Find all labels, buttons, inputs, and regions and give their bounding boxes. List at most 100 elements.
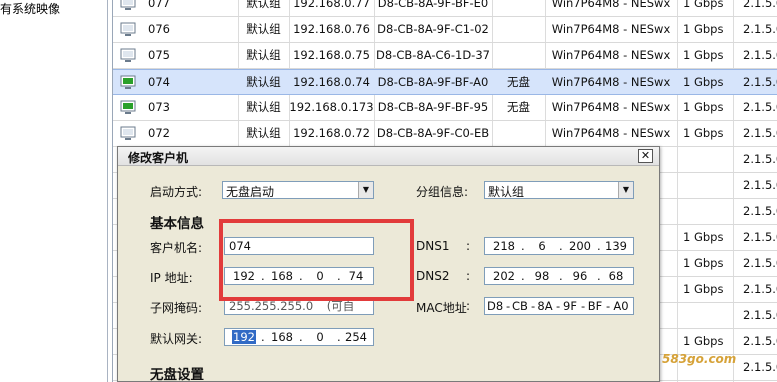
table-row[interactable]: 076 默认组 192.168.0.76 D8-CB-8A-9F-C1-02 Win7P… <box>113 17 777 43</box>
cell-os: Win7P64M8 - NESwx <box>551 22 671 36</box>
boot-mode-value: 无盘启动 <box>226 185 275 199</box>
cell-group: 默认组 <box>246 0 281 10</box>
table-row[interactable]: 075 默认组 192.168.0.75 D8-CB-8A-C6-1D-37 Win7P… <box>113 43 777 69</box>
cell-ip: 192.168.0.74 <box>293 75 370 89</box>
cell-disk <box>492 43 545 68</box>
cell-mac: D8-CB-8A-9F-BF-A0 <box>377 75 489 89</box>
cell-speed: 1 Gbps <box>683 256 724 270</box>
close-button[interactable]: ✕ <box>638 149 653 163</box>
cell-name: 075 <box>148 48 170 62</box>
cell-speed <box>683 199 733 224</box>
highlight-annotation-box <box>219 219 414 301</box>
cell-speed: 1 Gbps <box>683 75 724 89</box>
cell-group: 默认组 <box>246 48 281 62</box>
client-offline-icon <box>120 48 136 62</box>
colon: : <box>466 269 471 283</box>
cell-disk <box>492 121 545 146</box>
cell-group: 默认组 <box>246 126 281 140</box>
chevron-down-icon[interactable]: ▼ <box>618 182 633 198</box>
gateway-field[interactable]: 192 . 168 . 0 . 254 <box>224 328 374 346</box>
cell-mac: D8-CB-8A-9F-BF-E0 <box>377 0 489 10</box>
chevron-down-icon[interactable]: ▼ <box>358 182 373 198</box>
left-tree-panel: 有系统映像 <box>0 0 108 382</box>
cell-ver: 2.1.5.0 <box>743 152 777 166</box>
cell-os: Win7P64M8 - NESwx <box>551 75 671 89</box>
group-select[interactable]: 默认组 ▼ <box>484 181 634 199</box>
cell-name: 074 <box>148 75 170 89</box>
client-offline-icon <box>120 126 136 140</box>
cell-os: Win7P64M8 - NESwx <box>551 48 671 62</box>
dialog-titlebar[interactable]: 修改客户机 ✕ <box>118 147 659 166</box>
tree-item-system-image[interactable]: 有系统映像 <box>0 0 60 17</box>
cell-group: 默认组 <box>246 22 281 36</box>
group-label: 分组信息: <box>416 185 469 199</box>
basic-info-heading: 基本信息 <box>150 216 204 232</box>
cell-mac: D8-CB-8A-C6-1D-37 <box>376 48 490 62</box>
diskless-settings-heading: 无盘设置 <box>150 367 204 382</box>
boot-mode-label: 启动方式: <box>150 185 203 199</box>
colon: : <box>466 239 471 253</box>
cell-os: Win7P64M8 - NESwx <box>551 126 671 140</box>
cell-os: Win7P64M8 - NESwx <box>551 0 671 10</box>
cell-ip: 192.168.0.77 <box>293 0 370 10</box>
gateway-label: 默认网关: <box>150 332 203 346</box>
table-row[interactable]: 072 默认组 192.168.0.72 D8-CB-8A-9F-C0-EB Win7P… <box>113 121 777 147</box>
cell-mac: D8-CB-8A-9F-C1-02 <box>377 22 489 36</box>
table-row[interactable]: 077 默认组 192.168.0.77 D8-CB-8A-9F-BF-E0 Win7P… <box>113 0 777 17</box>
watermark-logo: 583go.com <box>662 352 737 366</box>
cell-group: 默认组 <box>246 75 281 89</box>
cell-ver: 2.1.5.0 <box>743 334 777 348</box>
cell-disk <box>492 0 545 16</box>
mac-address-field[interactable]: D8 - CB - 8A - 9F - BF - A0 <box>484 297 634 315</box>
cell-speed: 1 Gbps <box>683 48 724 62</box>
dns2-field[interactable]: 202 . 98 . 96 . 68 <box>484 267 634 285</box>
cell-speed: 1 Gbps <box>683 0 724 10</box>
cell-ver: 2.1.5.0 <box>743 360 777 374</box>
cell-speed <box>683 303 733 328</box>
client-offline-icon <box>120 0 136 10</box>
cell-speed: 1 Gbps <box>683 100 724 114</box>
cell-ver: 2.1.5.0 <box>743 0 777 10</box>
cell-ip: 192.168.0.75 <box>293 48 370 62</box>
dns1-field[interactable]: 218 . 6 . 200 . 139 <box>484 237 634 255</box>
colon: : <box>466 299 471 313</box>
cell-ver: 2.1.5.0 <box>743 256 777 270</box>
client-offline-icon <box>120 22 136 36</box>
group-value: 默认组 <box>488 185 525 199</box>
ip-label: IP 地址: <box>150 271 193 285</box>
cell-os: Win7P64M8 - NESwx <box>551 100 671 114</box>
mac-label: MAC地址 <box>416 301 467 315</box>
cell-ver: 2.1.5.0 <box>743 126 777 140</box>
boot-mode-select[interactable]: 无盘启动 ▼ <box>222 181 374 199</box>
cell-disk <box>492 17 545 42</box>
cell-ver: 2.1.5.0 <box>743 22 777 36</box>
cell-disk: 无盘 <box>507 100 530 114</box>
cell-ver: 2.1.5.0 <box>743 48 777 62</box>
cell-name: 072 <box>148 126 170 140</box>
cell-ver: 2.1.5.0 <box>743 308 777 322</box>
cell-mac: D8-CB-8A-9F-BF-95 <box>377 100 489 114</box>
cell-speed <box>683 173 733 198</box>
cell-speed: 1 Gbps <box>683 126 724 140</box>
dns2-label: DNS2 <box>416 269 450 283</box>
client-name-label: 客户机名: <box>150 241 203 255</box>
cell-ip: 192.168.0.72 <box>293 126 370 140</box>
cell-ver: 2.1.5.0 <box>743 178 777 192</box>
cell-speed: 1 Gbps <box>683 334 724 348</box>
cell-name: 077 <box>148 0 170 10</box>
dns1-label: DNS1 <box>416 239 450 253</box>
table-row[interactable]: 074 默认组 192.168.0.74 D8-CB-8A-9F-BF-A0 无盘 Win… <box>113 69 777 95</box>
cell-ver: 2.1.5.0 <box>743 230 777 244</box>
cell-ver: 2.1.5.0 <box>743 75 777 89</box>
subnet-mask-label: 子网掩码: <box>150 301 203 315</box>
cell-mac: D8-CB-8A-9F-C0-EB <box>376 126 490 140</box>
table-row[interactable]: 073 默认组 192.168.0.173 D8-CB-8A-9F-BF-95 无盘 Wi… <box>113 95 777 121</box>
cell-ip: 192.168.0.76 <box>293 22 370 36</box>
dialog-title: 修改客户机 <box>128 151 189 165</box>
cell-speed <box>683 147 733 172</box>
cell-disk: 无盘 <box>507 75 530 89</box>
cell-name: 073 <box>148 100 170 114</box>
cell-name: 076 <box>148 22 170 36</box>
cell-group: 默认组 <box>246 100 281 114</box>
cell-ip: 192.168.0.173 <box>289 100 374 114</box>
